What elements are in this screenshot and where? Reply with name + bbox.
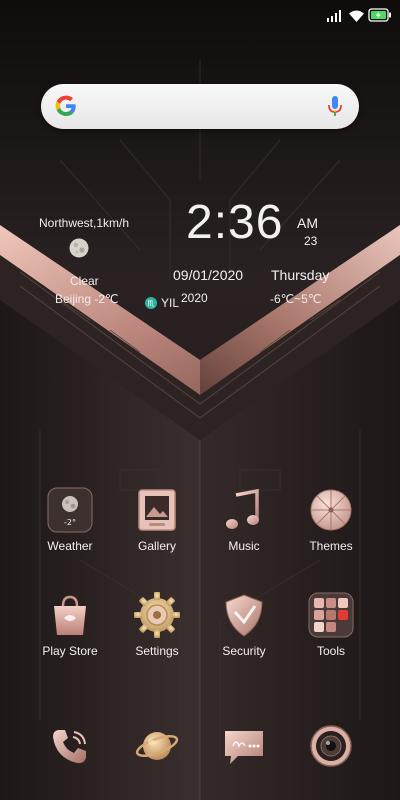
moon-weather-icon: -2° xyxy=(47,487,93,533)
zodiac-icon: ♏ xyxy=(145,296,157,314)
clock-ampm: AM xyxy=(297,215,318,231)
picture-frame-icon xyxy=(134,487,180,533)
app-label: Play Store xyxy=(42,644,98,658)
app-music[interactable]: Music xyxy=(199,487,289,553)
shield-icon xyxy=(221,592,267,638)
wind-info: Northwest,1km/h xyxy=(39,216,130,230)
zodiac-text: YIL xyxy=(161,296,180,310)
message-bubble-icon[interactable] xyxy=(222,724,266,768)
app-label: Tools xyxy=(316,644,345,658)
app-label: Settings xyxy=(135,644,179,658)
camera-lens-icon[interactable] xyxy=(309,724,353,768)
mic-icon[interactable] xyxy=(327,94,343,123)
app-play-store[interactable]: Play Store xyxy=(25,592,115,658)
app-label: Weather xyxy=(47,539,93,553)
weather-condition: Clear xyxy=(70,274,99,288)
app-label: Security xyxy=(222,644,266,658)
temperature-range: -6℃~5℃ xyxy=(270,292,322,306)
gear-icon xyxy=(134,592,180,638)
year-text: 2020 xyxy=(181,291,208,305)
wifi-icon xyxy=(349,9,364,27)
google-g-icon xyxy=(55,95,77,122)
app-themes[interactable]: Themes xyxy=(286,487,376,553)
clock-seconds: 23 xyxy=(304,234,318,248)
status-bar xyxy=(0,0,400,32)
clock-time: 2:36 xyxy=(186,196,284,249)
date-text: 09/01/2020 xyxy=(173,267,244,283)
app-label: Themes xyxy=(309,539,353,553)
weather-clock-widget[interactable]: Northwest,1km/h Clear Beijing -2℃ 2:36 A… xyxy=(0,190,400,320)
weather-icon-temp: -2° xyxy=(64,518,76,527)
moon-icon xyxy=(69,238,89,263)
music-note-icon xyxy=(221,487,267,533)
app-security[interactable]: Security xyxy=(199,592,289,658)
app-label: Music xyxy=(228,539,260,553)
svg-text:♏: ♏ xyxy=(147,299,155,308)
search-bar[interactable] xyxy=(41,84,359,129)
location-temperature: Beijing -2℃ xyxy=(55,292,119,306)
signal-icon xyxy=(327,9,341,27)
phone-icon[interactable] xyxy=(48,724,92,768)
app-settings[interactable]: Settings xyxy=(112,592,202,658)
shopping-bag-icon xyxy=(47,592,93,638)
app-weather[interactable]: -2° Weather xyxy=(25,487,115,553)
folder-icon xyxy=(308,592,354,638)
battery-charging-icon xyxy=(368,8,392,27)
app-label: Gallery xyxy=(137,539,176,553)
umbrella-icon xyxy=(308,487,354,533)
app-tools-folder[interactable]: Tools xyxy=(286,592,376,658)
planet-browser-icon[interactable] xyxy=(135,724,179,768)
app-gallery[interactable]: Gallery xyxy=(112,487,202,553)
weekday-text: Thursday xyxy=(271,267,330,283)
